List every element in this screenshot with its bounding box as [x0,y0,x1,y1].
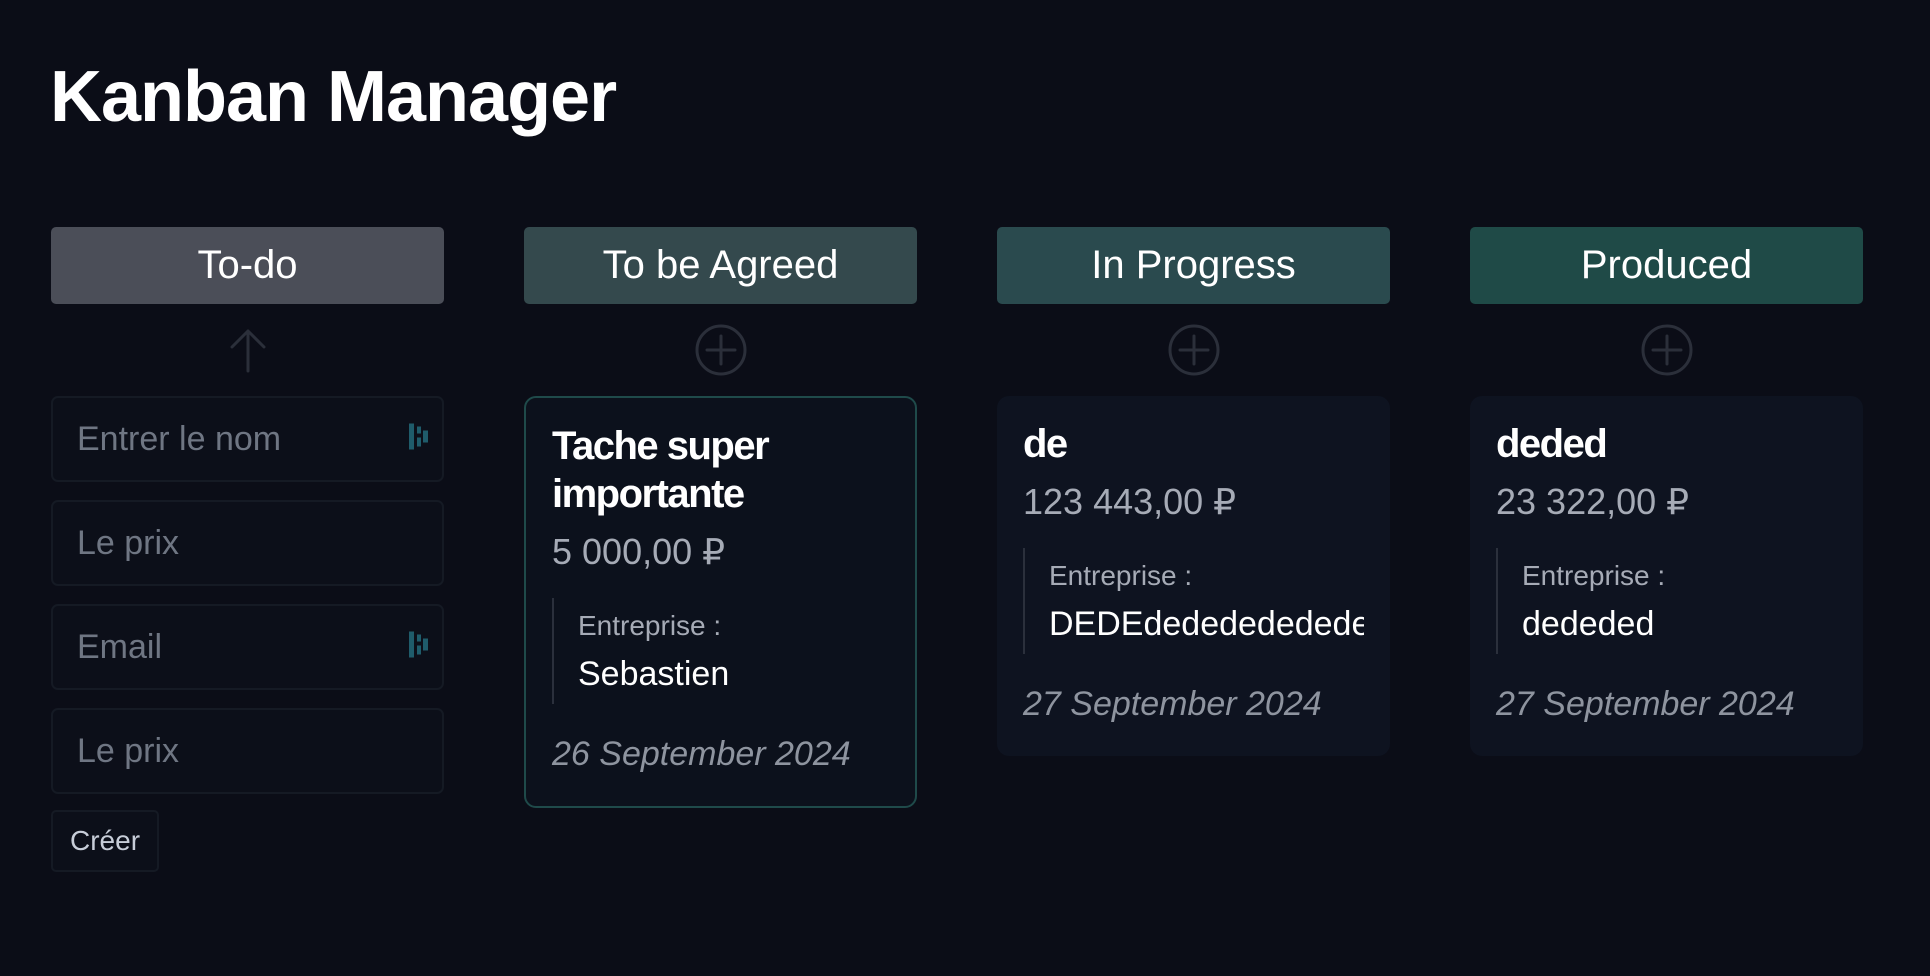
card-company: Entreprise : dededed [1496,548,1837,654]
price-field [51,500,444,586]
plus-circle-icon [1168,324,1219,376]
card-date: 27 September 2024 [1023,685,1322,723]
company-name: Sebastien [578,655,730,693]
card-title: Tache super importante [552,424,770,516]
card-title: de [1023,422,1068,466]
task-card[interactable]: Tache super importante 5 000,00 ₽ Entrep… [524,396,917,808]
create-button[interactable]: Créer [51,810,160,872]
add-card-button[interactable] [524,304,917,396]
kanban-board: To-do Entrer le nom Le prix Email Le pri… [51,227,1863,872]
kanban-app: Kanban Manager To-do Entrer le nom Le pr… [0,0,1930,976]
card-company: Entreprise : Sebastien [552,598,889,704]
add-card-button[interactable] [997,304,1390,396]
company-label: Entreprise : [1049,560,1193,591]
column-to-be-agreed: To be Agreed Tache super importante 5 00… [524,227,917,872]
card-title: deded [1496,422,1608,466]
column-in-progress: In Progress de 123 443,00 ₽ Entreprise :… [997,227,1390,872]
task-card[interactable]: de 123 443,00 ₽ Entreprise : DEDEdededed… [997,396,1390,756]
name-field [51,396,444,482]
email-input[interactable] [53,606,442,688]
column-header-todo: To-do [51,227,444,304]
card-company: Entreprise : DEDEdedededededed [1023,548,1364,654]
company-label: Entreprise : [1522,560,1666,591]
column-header-to-be-agreed: To be Agreed [524,227,917,304]
autofill-icon[interactable] [408,422,432,457]
add-card-button[interactable] [1470,304,1863,396]
price-input-2[interactable] [53,710,442,792]
card-price: 5 000,00 ₽ [552,531,726,572]
card-date: 26 September 2024 [552,735,851,773]
collapse-form-button[interactable] [51,304,444,396]
company-name: dededed [1522,605,1655,643]
name-input[interactable] [53,398,442,480]
plus-circle-icon [1641,324,1692,376]
company-name: DEDEdedededededed [1049,605,1364,643]
column-produced: Produced deded 23 322,00 ₽ Entreprise : … [1470,227,1863,872]
column-header-produced: Produced [1470,227,1863,304]
column-header-in-progress: In Progress [997,227,1390,304]
task-card[interactable]: deded 23 322,00 ₽ Entreprise : dededed 2… [1470,396,1863,756]
company-label: Entreprise : [578,610,722,641]
price-field-2 [51,708,444,794]
column-todo: To-do Entrer le nom Le prix Email Le pri… [51,227,444,872]
autofill-icon[interactable] [408,630,432,665]
price-input[interactable] [53,502,442,584]
arrow-up-icon [230,329,265,373]
plus-circle-icon [695,324,746,376]
card-price: 123 443,00 ₽ [1023,481,1237,522]
card-price: 23 322,00 ₽ [1496,481,1690,522]
card-date: 27 September 2024 [1496,685,1795,723]
page-title: Kanban Manager [50,57,617,137]
email-field [51,604,444,690]
